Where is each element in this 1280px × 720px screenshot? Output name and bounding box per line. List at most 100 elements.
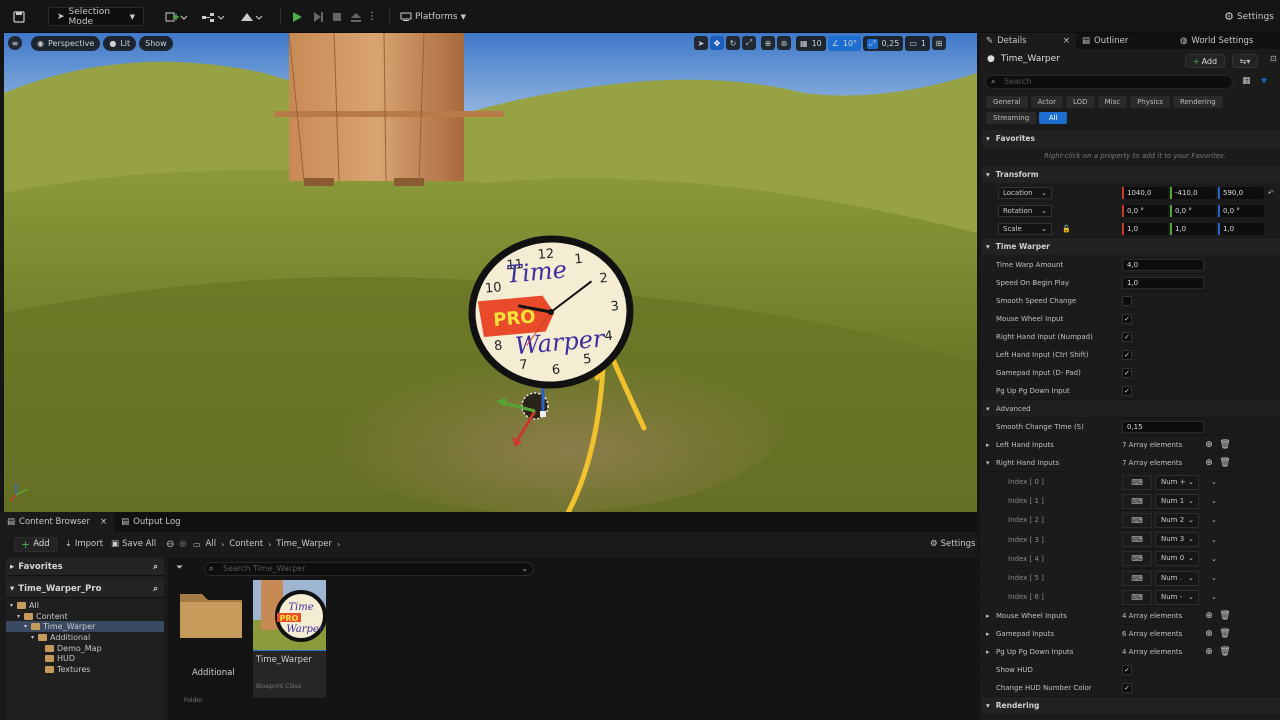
transform-rotation-dropdown[interactable]: Rotation ⌄ [998,205,1052,217]
filter-streaming-button[interactable]: Streaming [986,112,1037,124]
transform-rotation-x-input[interactable]: 0,0 ° [1122,205,1168,217]
key-select-dropdown[interactable]: Num 0 ⌄ [1155,551,1199,567]
filter-misc-button[interactable]: Misc [1097,96,1128,108]
forward-icon[interactable]: ⊕ [179,539,187,550]
favorites-category[interactable]: ▾ Favorites [982,130,1280,147]
rendering-category[interactable]: ▾ Rendering [982,697,1280,714]
tab-details[interactable]: ✎ Details × [980,33,1076,49]
transform-location-x-input[interactable]: 1040,0 [1122,187,1168,199]
advanced-section[interactable]: ▾ Advanced [982,400,1280,418]
folder-nav-icon[interactable]: ▭ [193,540,201,549]
keyboard-icon[interactable]: ⌨ [1122,512,1152,528]
element-options-icon[interactable]: ⌄ [1211,516,1217,524]
folder-tree-item[interactable]: ▾ All [6,600,164,611]
show-button[interactable]: Show [139,36,173,51]
breadcrumb-all[interactable]: All [206,539,217,549]
blueprint-icon[interactable] [200,7,226,26]
select-tool-icon[interactable]: ➤ [694,36,708,50]
time-warper-category[interactable]: ▾ Time Warper [982,238,1280,255]
lit-button[interactable]: ● Lit [103,36,137,51]
details-search-input[interactable]: ⌕ Search [985,75,1233,89]
tab-content-browser[interactable]: ▤ Content Browser × [0,512,115,532]
change-hud-color-checkbox[interactable]: ✓ [1122,682,1132,693]
prop-gamepad-inputs[interactable]: ▸ Gamepad Inputs 6 Array elements ⊕ 🗑 [982,625,1280,643]
favorites-section[interactable]: ▸ Favorites ⌕ [6,558,164,576]
platforms-menu[interactable]: Platforms ▼ [400,7,466,26]
keyboard-icon[interactable]: ⌨ [1122,570,1152,586]
transform-rotation-y-input[interactable]: 0,0 ° [1170,205,1216,217]
breadcrumb-time-warper[interactable]: Time_Warper [276,539,332,549]
add-element-icon[interactable]: ⊕ [1204,629,1214,639]
cinematics-icon[interactable] [238,7,264,26]
more-options-icon[interactable]: ⋮ [367,7,377,26]
reset-icon[interactable]: ↶ [1268,189,1274,197]
translate-tool-icon[interactable]: ✥ [710,36,724,50]
right-hand-input-checkbox[interactable]: ✓ [1122,331,1132,342]
scale-snap-button[interactable]: ⤢ 0,25 [863,36,904,51]
speed-on-begin-play-input[interactable]: 1,0 [1122,276,1204,289]
settings-menu[interactable]: ⚙ Settings [1222,7,1276,26]
lock-ratio-icon[interactable]: 🔓 [1062,225,1071,233]
filter-lod-button[interactable]: LOD [1066,96,1095,108]
eject-icon[interactable] [347,7,365,26]
folder-tree-item[interactable]: Demo_Map [6,643,164,654]
pgup-pgdown-input-checkbox[interactable]: ✓ [1122,385,1132,396]
search-icon[interactable]: ⌕ [153,562,158,572]
trash-icon[interactable]: 🗑 [1219,647,1230,657]
keyboard-icon[interactable]: ⌨ [1122,589,1152,605]
filter-general-button[interactable]: General [986,96,1028,108]
tab-outliner[interactable]: ▤ Outliner [1076,33,1174,49]
project-section[interactable]: ▾ Time_Warper_Pro ⌕ [6,580,164,598]
hamburger-menu-icon[interactable]: ≡ [8,36,22,50]
element-options-icon[interactable]: ⌄ [1211,536,1217,544]
step-icon[interactable] [309,7,327,26]
add-element-icon[interactable]: ⊕ [1204,611,1214,621]
keyboard-icon[interactable]: ⌨ [1122,493,1152,509]
folder-tree-item[interactable]: ▾ Content [6,611,164,622]
key-select-dropdown[interactable]: Num 1 ⌄ [1155,493,1199,509]
save-all-button[interactable]: ▣ Save All [111,539,156,549]
smooth-speed-change-checkbox[interactable] [1122,295,1132,306]
actor-name[interactable]: Time_Warper [1001,54,1060,64]
tab-output-log[interactable]: ▤ Output Log [114,512,187,532]
rotate-tool-icon[interactable]: ↻ [726,36,740,50]
prop-pgup-inputs[interactable]: ▸ Pg Up Pg Down Inputs 4 Array elements … [982,643,1280,661]
back-icon[interactable]: ⊖ [166,539,174,550]
play-icon[interactable] [288,7,306,26]
element-options-icon[interactable]: ⌄ [1211,555,1217,563]
property-matrix-icon[interactable]: ▦ [1242,76,1251,86]
element-options-icon[interactable]: ⌄ [1211,478,1217,486]
asset-tile-folder[interactable]: Additional Folder [176,580,249,704]
asset-tile-blueprint[interactable]: Time PRO Warper Time_Warper Blueprint Cl… [253,580,326,698]
filter-rendering-button[interactable]: Rendering [1172,96,1223,108]
folder-tree-item[interactable]: HUD [6,653,164,664]
gamepad-input-checkbox[interactable]: ✓ [1122,367,1132,378]
selection-mode-dropdown[interactable]: ➤ Selection Mode ▼ [48,7,144,27]
folder-tree-item[interactable]: ▾ Additional [6,632,164,643]
filter-all-button[interactable]: All [1039,112,1068,124]
add-element-icon[interactable]: ⊕ [1204,440,1214,450]
prop-right-hand-inputs[interactable]: ▾ Right Hand Inputs 7 Array elements ⊕ 🗑 [982,454,1280,472]
transform-category[interactable]: ▾ Transform [982,166,1280,183]
lock-icon[interactable]: ⊡ [1270,54,1277,63]
asset-search-input[interactable]: ⌕ Search Time_Warper ⌄ [204,562,534,576]
save-icon[interactable] [10,7,28,26]
search-icon[interactable]: ⌕ [153,584,158,594]
keyboard-icon[interactable]: ⌨ [1122,474,1152,490]
add-element-icon[interactable]: ⊕ [1204,458,1214,468]
add-button[interactable]: + Add [14,536,57,552]
transform-location-z-input[interactable]: 590,0 [1218,187,1264,199]
filter-physics-button[interactable]: Physics [1130,96,1170,108]
import-button[interactable]: ⇣ Import [65,539,103,549]
add-component-button[interactable]: + Add [1185,54,1225,68]
prop-left-hand-inputs[interactable]: ▸ Left Hand Inputs 7 Array elements ⊕ 🗑 [982,436,1280,454]
star-icon[interactable]: ★ [1260,76,1268,86]
layout-icon[interactable]: ⊞ [931,36,946,50]
surface-snap-icon[interactable]: ⊛ [777,36,791,50]
camera-speed-button[interactable]: ▭ 1 [905,36,930,51]
transform-scale-z-input[interactable]: 1,0 [1218,223,1264,235]
trash-icon[interactable]: 🗑 [1219,611,1230,621]
key-select-dropdown[interactable]: Num 2 ⌄ [1155,512,1199,528]
key-select-dropdown[interactable]: Num - ⌄ [1155,589,1199,605]
keyboard-icon[interactable]: ⌨ [1122,532,1152,548]
